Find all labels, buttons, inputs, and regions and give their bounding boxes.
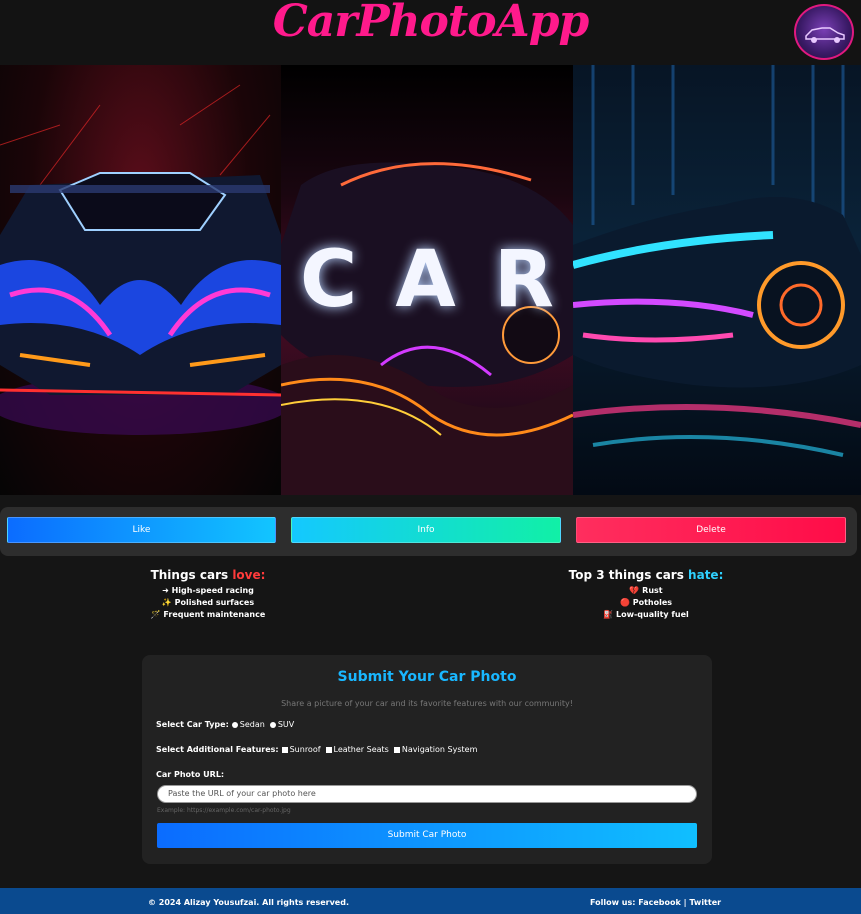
checkbox-leather-seats[interactable]: Leather Seats [325,745,389,754]
social-links: Follow us: Facebook | Twitter [590,898,721,907]
delete-button[interactable]: Delete [576,517,846,543]
letter-a: A [395,235,456,325]
form-title: Submit Your Car Photo [337,669,517,685]
radio-sedan[interactable]: Sedan [231,720,265,729]
app-title: CarPhotoApp [272,0,589,47]
love-highlight: love: [232,568,266,582]
love-heading-prefix: Things cars [150,568,233,582]
checkbox-navigation-label: Navigation System [401,745,478,754]
list-item: ➜ High-speed racing [162,586,254,595]
love-list: Things cars love: ➜ High-speed racing ✨ … [148,568,268,621]
checkbox-icon [393,746,400,753]
twitter-link[interactable]: Twitter [689,898,721,907]
like-button[interactable]: Like [7,517,276,543]
radio-suv-label: SUV [277,720,295,729]
radio-sedan-label: Sedan [239,720,265,729]
follow-prefix: Follow us: [590,898,639,907]
features-label: Select Additional Features: [156,745,279,754]
checkbox-sunroof-label: Sunroof [289,745,321,754]
love-heading: Things cars love: [148,568,268,582]
checkbox-sunroof[interactable]: Sunroof [281,745,321,754]
radio-icon [269,721,276,728]
list-item: 💔 Rust [629,586,663,595]
car-photo-3 [573,65,861,495]
car-type-row: Select Car Type: Sedan SUV [156,720,296,729]
hero-gallery: C A R [0,65,861,495]
radio-icon [231,721,238,728]
car-type-label: Select Car Type: [156,720,229,729]
submit-form: Submit Your Car Photo Share a picture of… [142,655,712,864]
copyright: © 2024 Alizay Yousufzai. All rights rese… [148,898,349,907]
letter-c: C [300,235,358,325]
list-item: 🪄 Frequent maintenance [150,610,266,619]
list-item: ⛽ Low-quality fuel [603,610,689,619]
facebook-link[interactable]: Facebook [638,898,681,907]
car-photo-1 [0,65,281,495]
submit-photo-button[interactable]: Submit Car Photo [157,823,697,848]
letter-r: R [493,235,554,325]
form-subtitle: Share a picture of your car and its favo… [281,699,573,708]
url-label: Car Photo URL: [156,770,225,779]
checkbox-navigation[interactable]: Navigation System [393,745,478,754]
features-row: Select Additional Features: Sunroof Leat… [156,745,479,754]
checkbox-leather-label: Leather Seats [333,745,389,754]
hate-highlight: hate: [688,568,724,582]
url-label-row: Car Photo URL: [156,770,224,779]
list-item: 🔴 Potholes [619,598,673,607]
photo-url-input[interactable]: Paste the URL of your car photo here [157,785,697,803]
car-letters: C A R [281,235,573,325]
list-item: ✨ Polished surfaces [161,598,255,607]
hate-heading-prefix: Top 3 things cars [568,568,689,582]
hate-list: Top 3 things cars hate: 💔 Rust 🔴 Pothole… [566,568,726,621]
footer: © 2024 Alizay Yousufzai. All rights rese… [0,888,861,914]
checkbox-icon [281,746,288,753]
info-button[interactable]: Info [291,517,561,543]
checkbox-icon [325,746,332,753]
action-bar: Like Info Delete [0,507,857,556]
app-header: CarPhotoApp [0,0,861,65]
hate-heading: Top 3 things cars hate: [566,568,726,582]
url-example: Example: https://example.com/car-photo.j… [157,807,291,814]
car-avatar-icon[interactable] [794,4,854,60]
radio-suv[interactable]: SUV [269,720,295,729]
